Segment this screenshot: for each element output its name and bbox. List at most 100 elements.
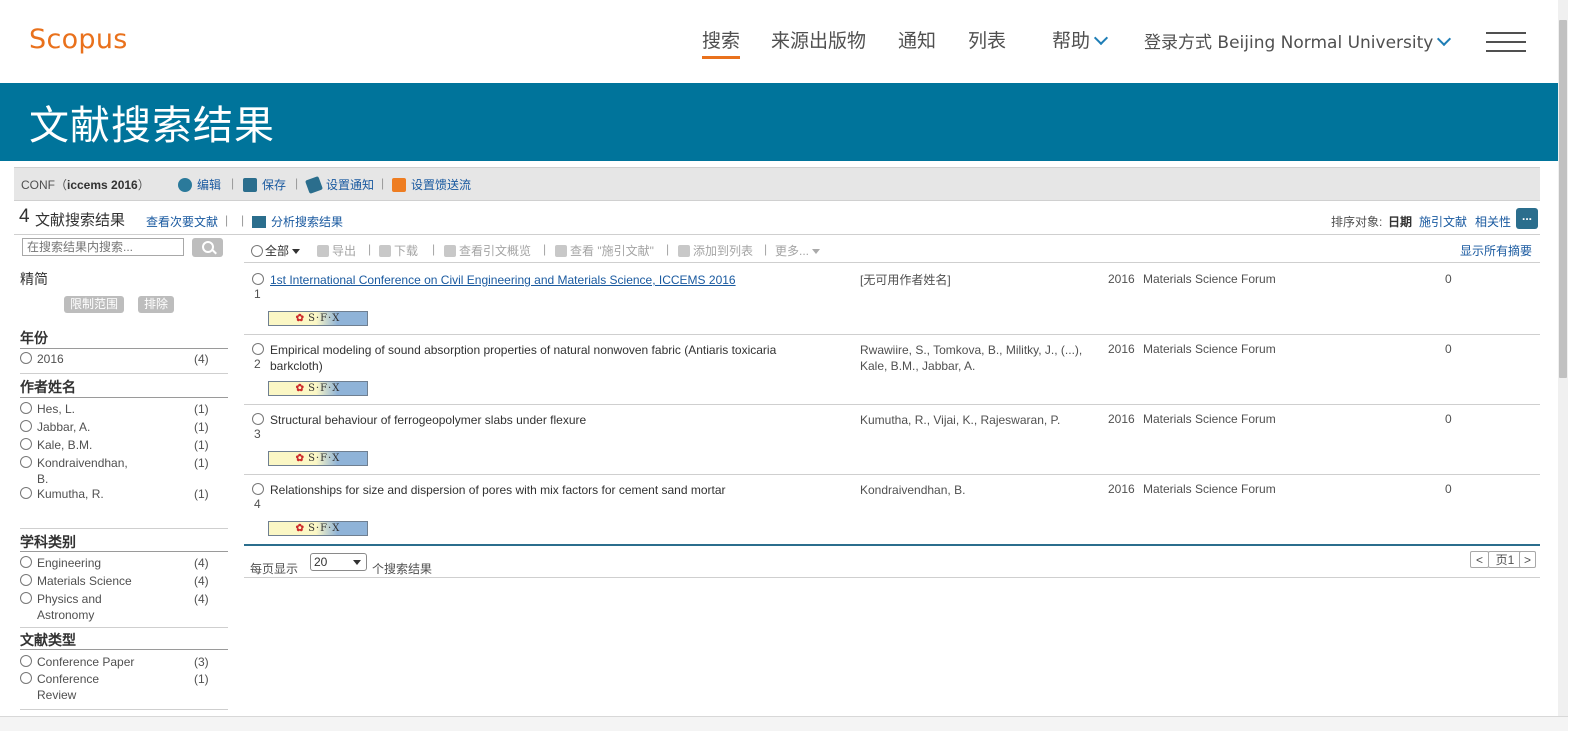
result-year: 2016 <box>1108 412 1135 426</box>
nav-lists[interactable]: 列表 <box>968 26 1006 53</box>
result-checkbox[interactable] <box>252 483 264 495</box>
sfx-link-button[interactable]: ✿ S·F·X <box>268 451 368 466</box>
pagination-bar: 每页显示 20 个搜索结果 < 页1 > <box>244 547 1540 578</box>
facet-count: (1) <box>194 487 209 501</box>
result-cites[interactable]: 0 <box>1445 482 1452 496</box>
download-button[interactable]: 下载 <box>379 242 418 259</box>
exclude-button[interactable]: 排除 <box>138 296 174 313</box>
more-actions-dropdown[interactable]: 更多... <box>775 242 821 259</box>
page-scrollbar[interactable] <box>1558 0 1568 716</box>
nav-login[interactable]: 登录方式 Beijing Normal University <box>1144 28 1452 53</box>
next-page-button[interactable]: > <box>1519 551 1536 568</box>
facet-checkbox[interactable] <box>20 420 32 432</box>
page-number: 1 <box>1507 553 1515 567</box>
facet-checkbox[interactable] <box>20 438 32 450</box>
rss-icon <box>392 178 406 192</box>
result-checkbox[interactable] <box>252 273 264 285</box>
facet-label: Kumutha, R. <box>37 487 104 501</box>
nav-search[interactable]: 搜索 <box>702 26 741 59</box>
set-alert-button[interactable]: 设置通知 <box>305 176 374 194</box>
sort-date[interactable]: 日期 <box>1388 213 1412 230</box>
search-within-button[interactable] <box>192 238 223 257</box>
facet-author-title: 作者姓名 <box>20 380 76 396</box>
add-to-list-button[interactable]: 添加到列表 <box>678 242 753 259</box>
prev-page-button[interactable]: < <box>1470 551 1489 568</box>
result-source[interactable]: Materials Science Forum <box>1143 412 1276 426</box>
more-sort-button[interactable]: ... <box>1516 208 1538 229</box>
sfx-logo-icon: ✿ <box>295 453 306 464</box>
facet-checkbox[interactable] <box>20 352 32 364</box>
result-source[interactable]: Materials Science Forum <box>1143 482 1276 496</box>
facet-checkbox[interactable] <box>20 487 32 499</box>
result-source[interactable]: Materials Science Forum <box>1143 342 1276 356</box>
edit-button[interactable]: 编辑 <box>178 176 221 193</box>
nav-help[interactable]: 帮助 <box>1052 26 1109 53</box>
nav-alerts[interactable]: 通知 <box>898 26 936 53</box>
facet-checkbox[interactable] <box>20 456 32 468</box>
cited-by-button[interactable]: 查看 "施引文献" <box>555 242 654 259</box>
chevron-right-icon: > <box>1523 553 1531 567</box>
sfx-link-button[interactable]: ✿ S·F·X <box>268 521 368 536</box>
result-cites[interactable]: 0 <box>1445 342 1452 356</box>
download-label: 下载 <box>394 244 419 258</box>
per-page-select[interactable]: 20 <box>310 553 367 571</box>
facet-count: (1) <box>194 438 209 452</box>
facet-checkbox[interactable] <box>20 592 32 604</box>
facet-checkbox[interactable] <box>20 574 32 586</box>
result-title-link[interactable]: Relationships for size and dispersion of… <box>270 482 830 498</box>
result-authors: [无可用作者姓名] <box>860 273 951 287</box>
facet-count: (1) <box>194 672 209 686</box>
facet-checkbox[interactable] <box>20 655 32 667</box>
result-year: 2016 <box>1108 272 1135 286</box>
page-label: 页 <box>1495 553 1508 567</box>
search-within-input[interactable] <box>22 238 184 256</box>
facet-count: (4) <box>194 556 209 570</box>
result-checkbox[interactable] <box>252 413 264 425</box>
facet-doctype-title: 文献类型 <box>20 633 76 649</box>
show-all-abstracts-link[interactable]: 显示所有摘要 <box>1460 242 1532 259</box>
plus-icon <box>678 245 690 257</box>
nav-sources[interactable]: 来源出版物 <box>771 26 866 53</box>
sfx-link-button[interactable]: ✿ S·F·X <box>268 311 368 326</box>
facet-label: 2016 <box>37 352 64 366</box>
select-all-dropdown[interactable]: 全部 <box>251 242 301 259</box>
result-checkbox[interactable] <box>252 343 264 355</box>
limit-to-button[interactable]: 限制范围 <box>64 296 124 313</box>
facet-divider <box>20 397 228 398</box>
facet-count: (3) <box>194 655 209 669</box>
result-title-link[interactable]: Empirical modeling of sound absorption p… <box>270 342 815 374</box>
facet-divider <box>20 528 228 529</box>
select-all-checkbox[interactable] <box>251 245 263 257</box>
menu-icon[interactable] <box>1486 32 1526 52</box>
export-label: 导出 <box>332 244 357 258</box>
export-button[interactable]: 导出 <box>317 242 356 259</box>
result-cites[interactable]: 0 <box>1445 412 1452 426</box>
search-icon <box>202 241 214 253</box>
alert-bell-icon <box>305 176 323 194</box>
facet-label: Jabbar, A. <box>37 420 91 434</box>
result-source[interactable]: Materials Science Forum <box>1143 272 1276 286</box>
page-number-field[interactable]: 页1 <box>1488 551 1522 568</box>
result-title-link[interactable]: Structural behaviour of ferrogeopolymer … <box>270 412 830 428</box>
save-button[interactable]: 保存 <box>243 176 286 193</box>
facet-divider <box>20 551 228 552</box>
sort-relevance[interactable]: 相关性 <box>1475 213 1511 230</box>
scopus-logo[interactable]: Scopus <box>29 24 128 55</box>
facet-subject-title: 学科类别 <box>20 535 76 551</box>
scrollbar-thumb[interactable] <box>1559 20 1567 378</box>
query-bar: CONF（iccems 2016） 编辑 | 保存 | 设置通知 | 设置馈送流 <box>14 167 1540 201</box>
citation-overview-button[interactable]: 查看引文概览 <box>444 242 531 259</box>
set-feed-button[interactable]: 设置馈送流 <box>392 176 471 193</box>
facet-label: Materials Science <box>37 574 132 588</box>
facet-checkbox[interactable] <box>20 402 32 414</box>
facet-count: (4) <box>194 574 209 588</box>
result-cites[interactable]: 0 <box>1445 272 1452 286</box>
facet-checkbox[interactable] <box>20 672 32 684</box>
page-title: 文献搜索结果 <box>29 103 275 149</box>
secondary-docs-link[interactable]: 查看次要文献 <box>146 213 218 230</box>
analyze-results-link[interactable]: 分析搜索结果 <box>252 213 343 230</box>
sort-cited-by[interactable]: 施引文献 <box>1419 213 1467 230</box>
facet-checkbox[interactable] <box>20 556 32 568</box>
sfx-link-button[interactable]: ✿ S·F·X <box>268 381 368 396</box>
result-title-link[interactable]: 1st International Conference on Civil En… <box>270 272 830 288</box>
